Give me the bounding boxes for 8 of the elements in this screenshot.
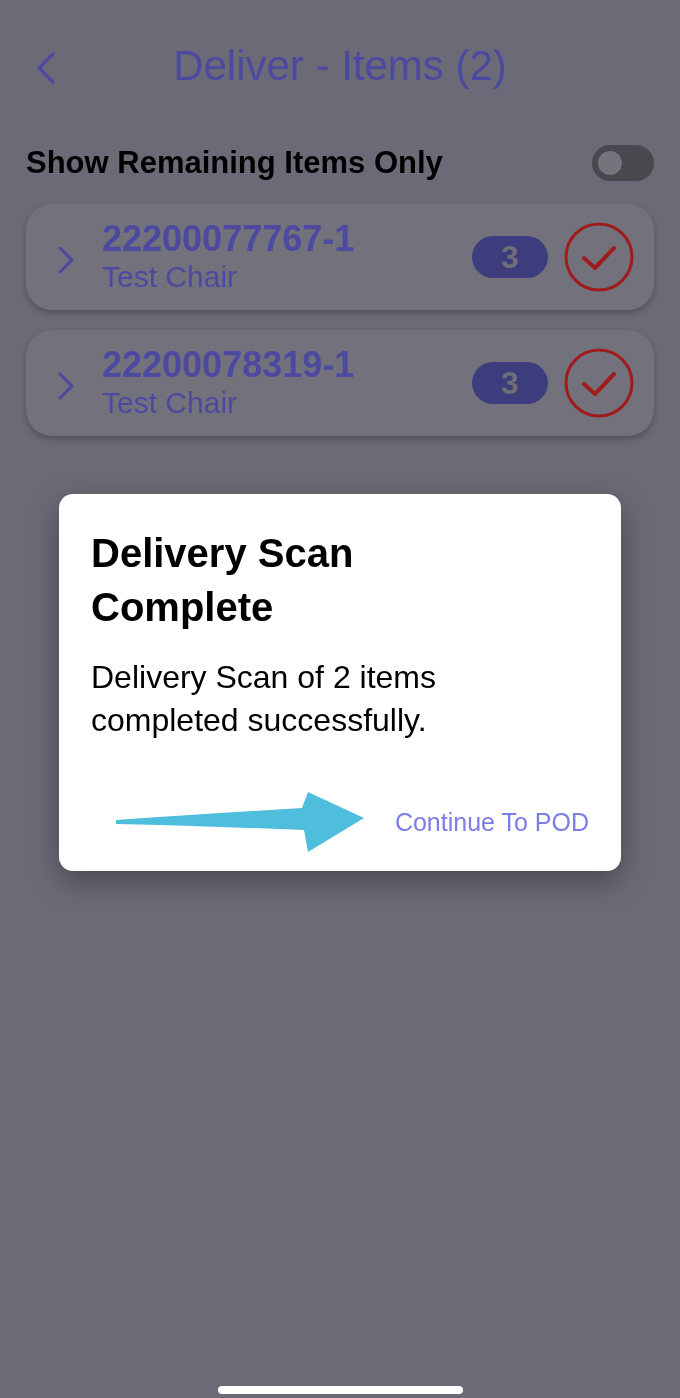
dialog-title: Delivery Scan Complete [91,530,355,631]
filter-label: Show Remaining Items Only [26,143,443,182]
chevron-right-icon[interactable] [57,244,75,275]
toggle-switch[interactable] [592,145,654,181]
continue-button[interactable]: Continue To POD [394,803,589,841]
back-icon[interactable] [35,51,57,86]
chevron-right-icon[interactable] [57,370,75,401]
dialog-message: Delivery Scan of 2 items completed successfully. [91,658,437,741]
